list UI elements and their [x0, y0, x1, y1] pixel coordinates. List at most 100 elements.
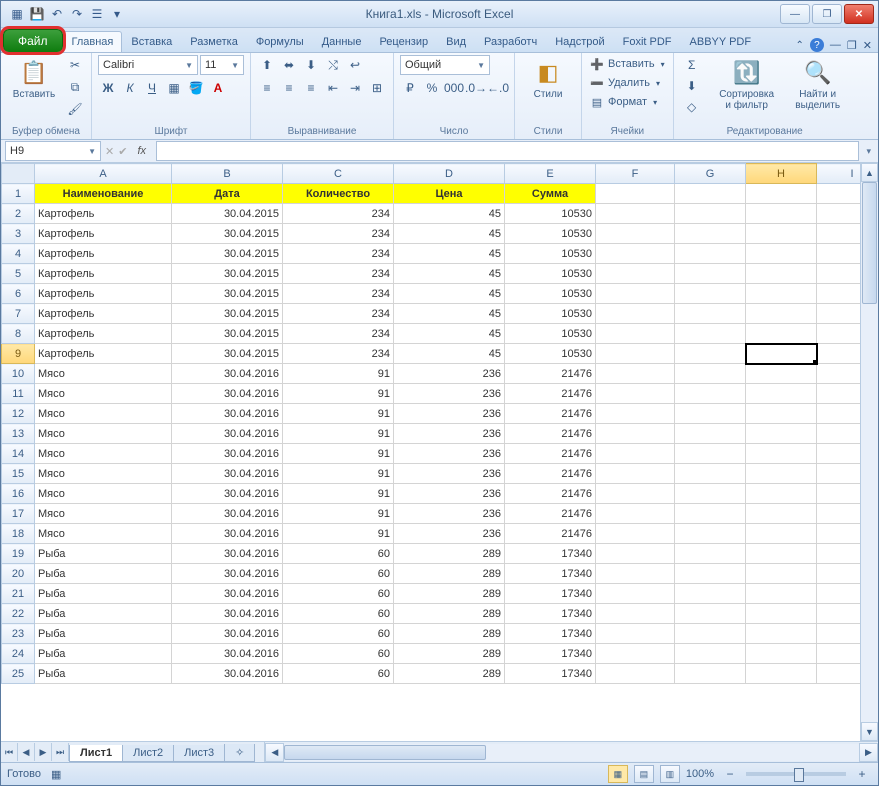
cell[interactable]: 21476	[505, 424, 596, 444]
cell[interactable]	[596, 364, 675, 384]
row-header[interactable]: 12	[2, 404, 35, 424]
cell[interactable]	[596, 464, 675, 484]
cell[interactable]	[596, 584, 675, 604]
cell[interactable]: 236	[394, 524, 505, 544]
cell[interactable]: 236	[394, 464, 505, 484]
cell[interactable]: Картофель	[35, 244, 172, 264]
cell[interactable]	[817, 464, 861, 484]
cell[interactable]: Рыба	[35, 604, 172, 624]
cell[interactable]	[596, 424, 675, 444]
horizontal-scrollbar[interactable]: ◀ ▶	[264, 742, 878, 762]
cell[interactable]: Мясо	[35, 484, 172, 504]
row-header[interactable]: 9	[2, 344, 35, 364]
cell[interactable]: Рыба	[35, 624, 172, 644]
enter-formula-icon[interactable]: ✔	[118, 145, 127, 158]
cell[interactable]	[596, 304, 675, 324]
cell[interactable]	[817, 244, 861, 264]
cell[interactable]: Рыба	[35, 544, 172, 564]
cell[interactable]: 289	[394, 644, 505, 664]
cell[interactable]: 236	[394, 484, 505, 504]
cell[interactable]: Рыба	[35, 664, 172, 684]
tab-разметка[interactable]: Разметка	[181, 31, 247, 52]
cells-format-button[interactable]: ▤ Формат ▾	[588, 93, 667, 111]
cell[interactable]	[746, 384, 817, 404]
row-header[interactable]: 17	[2, 504, 35, 524]
cell[interactable]	[817, 544, 861, 564]
cell[interactable]: 45	[394, 244, 505, 264]
row-header[interactable]: 15	[2, 464, 35, 484]
cell[interactable]: 17340	[505, 604, 596, 624]
cell[interactable]	[746, 624, 817, 644]
cell[interactable]	[746, 204, 817, 224]
cell[interactable]: 236	[394, 424, 505, 444]
sheet-tab[interactable]: Лист1	[69, 745, 123, 762]
cell[interactable]	[817, 624, 861, 644]
ribbon-minimize-icon[interactable]: ⌃	[796, 40, 804, 51]
cell[interactable]: Картофель	[35, 344, 172, 364]
cell[interactable]: 30.04.2016	[172, 364, 283, 384]
cell[interactable]	[596, 284, 675, 304]
cell[interactable]	[596, 264, 675, 284]
cell[interactable]	[596, 184, 675, 204]
font-name-combo[interactable]: Calibri ▼	[98, 55, 198, 75]
cell[interactable]	[596, 404, 675, 424]
cell[interactable]: 17340	[505, 624, 596, 644]
cell[interactable]: 10530	[505, 244, 596, 264]
help-icon[interactable]: ?	[810, 38, 824, 52]
paste-button[interactable]: 📋 Вставить	[7, 55, 61, 102]
cell[interactable]	[675, 324, 746, 344]
cell[interactable]	[596, 604, 675, 624]
cell[interactable]: 30.04.2016	[172, 384, 283, 404]
hscroll-track[interactable]	[284, 744, 859, 761]
tab-first-icon[interactable]: ⏮	[1, 743, 18, 761]
cell[interactable]	[596, 224, 675, 244]
align-left-icon[interactable]: ≡	[257, 78, 277, 98]
cell[interactable]: 30.04.2015	[172, 224, 283, 244]
name-box[interactable]: H9 ▼	[5, 141, 101, 161]
clear-icon[interactable]: ◇	[680, 97, 704, 117]
column-header[interactable]: F	[596, 164, 675, 184]
cell[interactable]: Мясо	[35, 524, 172, 544]
cell[interactable]: 21476	[505, 504, 596, 524]
tab-формулы[interactable]: Формулы	[247, 31, 313, 52]
row-header[interactable]: 20	[2, 564, 35, 584]
save-icon[interactable]: 💾	[29, 6, 45, 22]
cell[interactable]: 10530	[505, 204, 596, 224]
cell[interactable]: 30.04.2016	[172, 484, 283, 504]
sheet-tab[interactable]: Лист2	[122, 745, 174, 762]
styles-button[interactable]: ◧ Стили	[521, 55, 575, 102]
cell[interactable]	[746, 464, 817, 484]
cell[interactable]	[596, 244, 675, 264]
cell[interactable]: 60	[283, 624, 394, 644]
cell[interactable]: Рыба	[35, 564, 172, 584]
cell[interactable]: 60	[283, 584, 394, 604]
cell[interactable]: Мясо	[35, 424, 172, 444]
cell[interactable]: 17340	[505, 584, 596, 604]
cell[interactable]: 30.04.2016	[172, 624, 283, 644]
cell[interactable]	[596, 484, 675, 504]
cell[interactable]: 30.04.2016	[172, 444, 283, 464]
cell[interactable]	[817, 364, 861, 384]
cell[interactable]	[675, 424, 746, 444]
macro-record-icon[interactable]: ▦	[51, 768, 61, 781]
zoom-in-button[interactable]: +	[852, 764, 872, 784]
cell[interactable]	[675, 564, 746, 584]
table-header-cell[interactable]: Количество	[283, 184, 394, 204]
cell[interactable]: 289	[394, 564, 505, 584]
row-header[interactable]: 1	[2, 184, 35, 204]
cell[interactable]: 91	[283, 464, 394, 484]
align-center-icon[interactable]: ≡	[279, 78, 299, 98]
cell[interactable]: 30.04.2016	[172, 504, 283, 524]
align-bottom-icon[interactable]: ⬇	[301, 55, 321, 75]
cell[interactable]	[675, 584, 746, 604]
find-select-button[interactable]: 🔍 Найти и выделить	[786, 55, 850, 113]
cell[interactable]	[817, 444, 861, 464]
cell[interactable]	[746, 504, 817, 524]
doc-close-icon[interactable]: ✕	[863, 39, 872, 52]
cell[interactable]	[817, 504, 861, 524]
cell[interactable]: 45	[394, 324, 505, 344]
row-header[interactable]: 10	[2, 364, 35, 384]
cell[interactable]	[746, 184, 817, 204]
cell[interactable]: 91	[283, 504, 394, 524]
table-header-cell[interactable]: Цена	[394, 184, 505, 204]
